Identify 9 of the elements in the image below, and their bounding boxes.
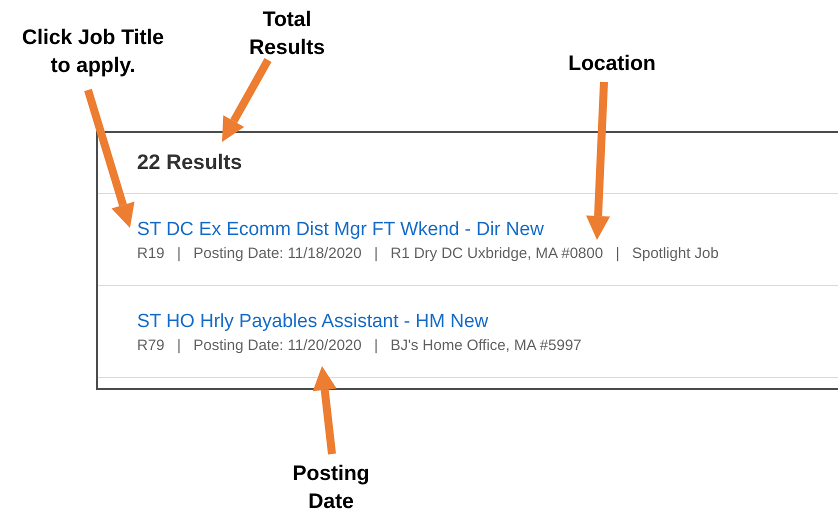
job-details: R79 | Posting Date: 11/20/2020 | BJ's Home Office, MA #5997: [137, 337, 582, 354]
annotation-label: Click Job Title to apply.: [21, 25, 165, 79]
job-title-link[interactable]: ST DC Ex Ecomm Dist Mgr FT Wkend - Dir New: [137, 219, 544, 241]
job-title-link[interactable]: ST HO Hrly Payables Assistant - HM New: [137, 311, 488, 333]
annotation-label: Location: [567, 51, 657, 77]
job-details: R19 | Posting Date: 11/18/2020 | R1 Dry DC Uxbridge, MA #0800 | Spotlight Job: [137, 245, 719, 262]
annotation-label: Posting Date: [292, 461, 370, 515]
results-count: 22 Results: [137, 151, 242, 175]
annotation-label: Total Results: [248, 7, 326, 61]
